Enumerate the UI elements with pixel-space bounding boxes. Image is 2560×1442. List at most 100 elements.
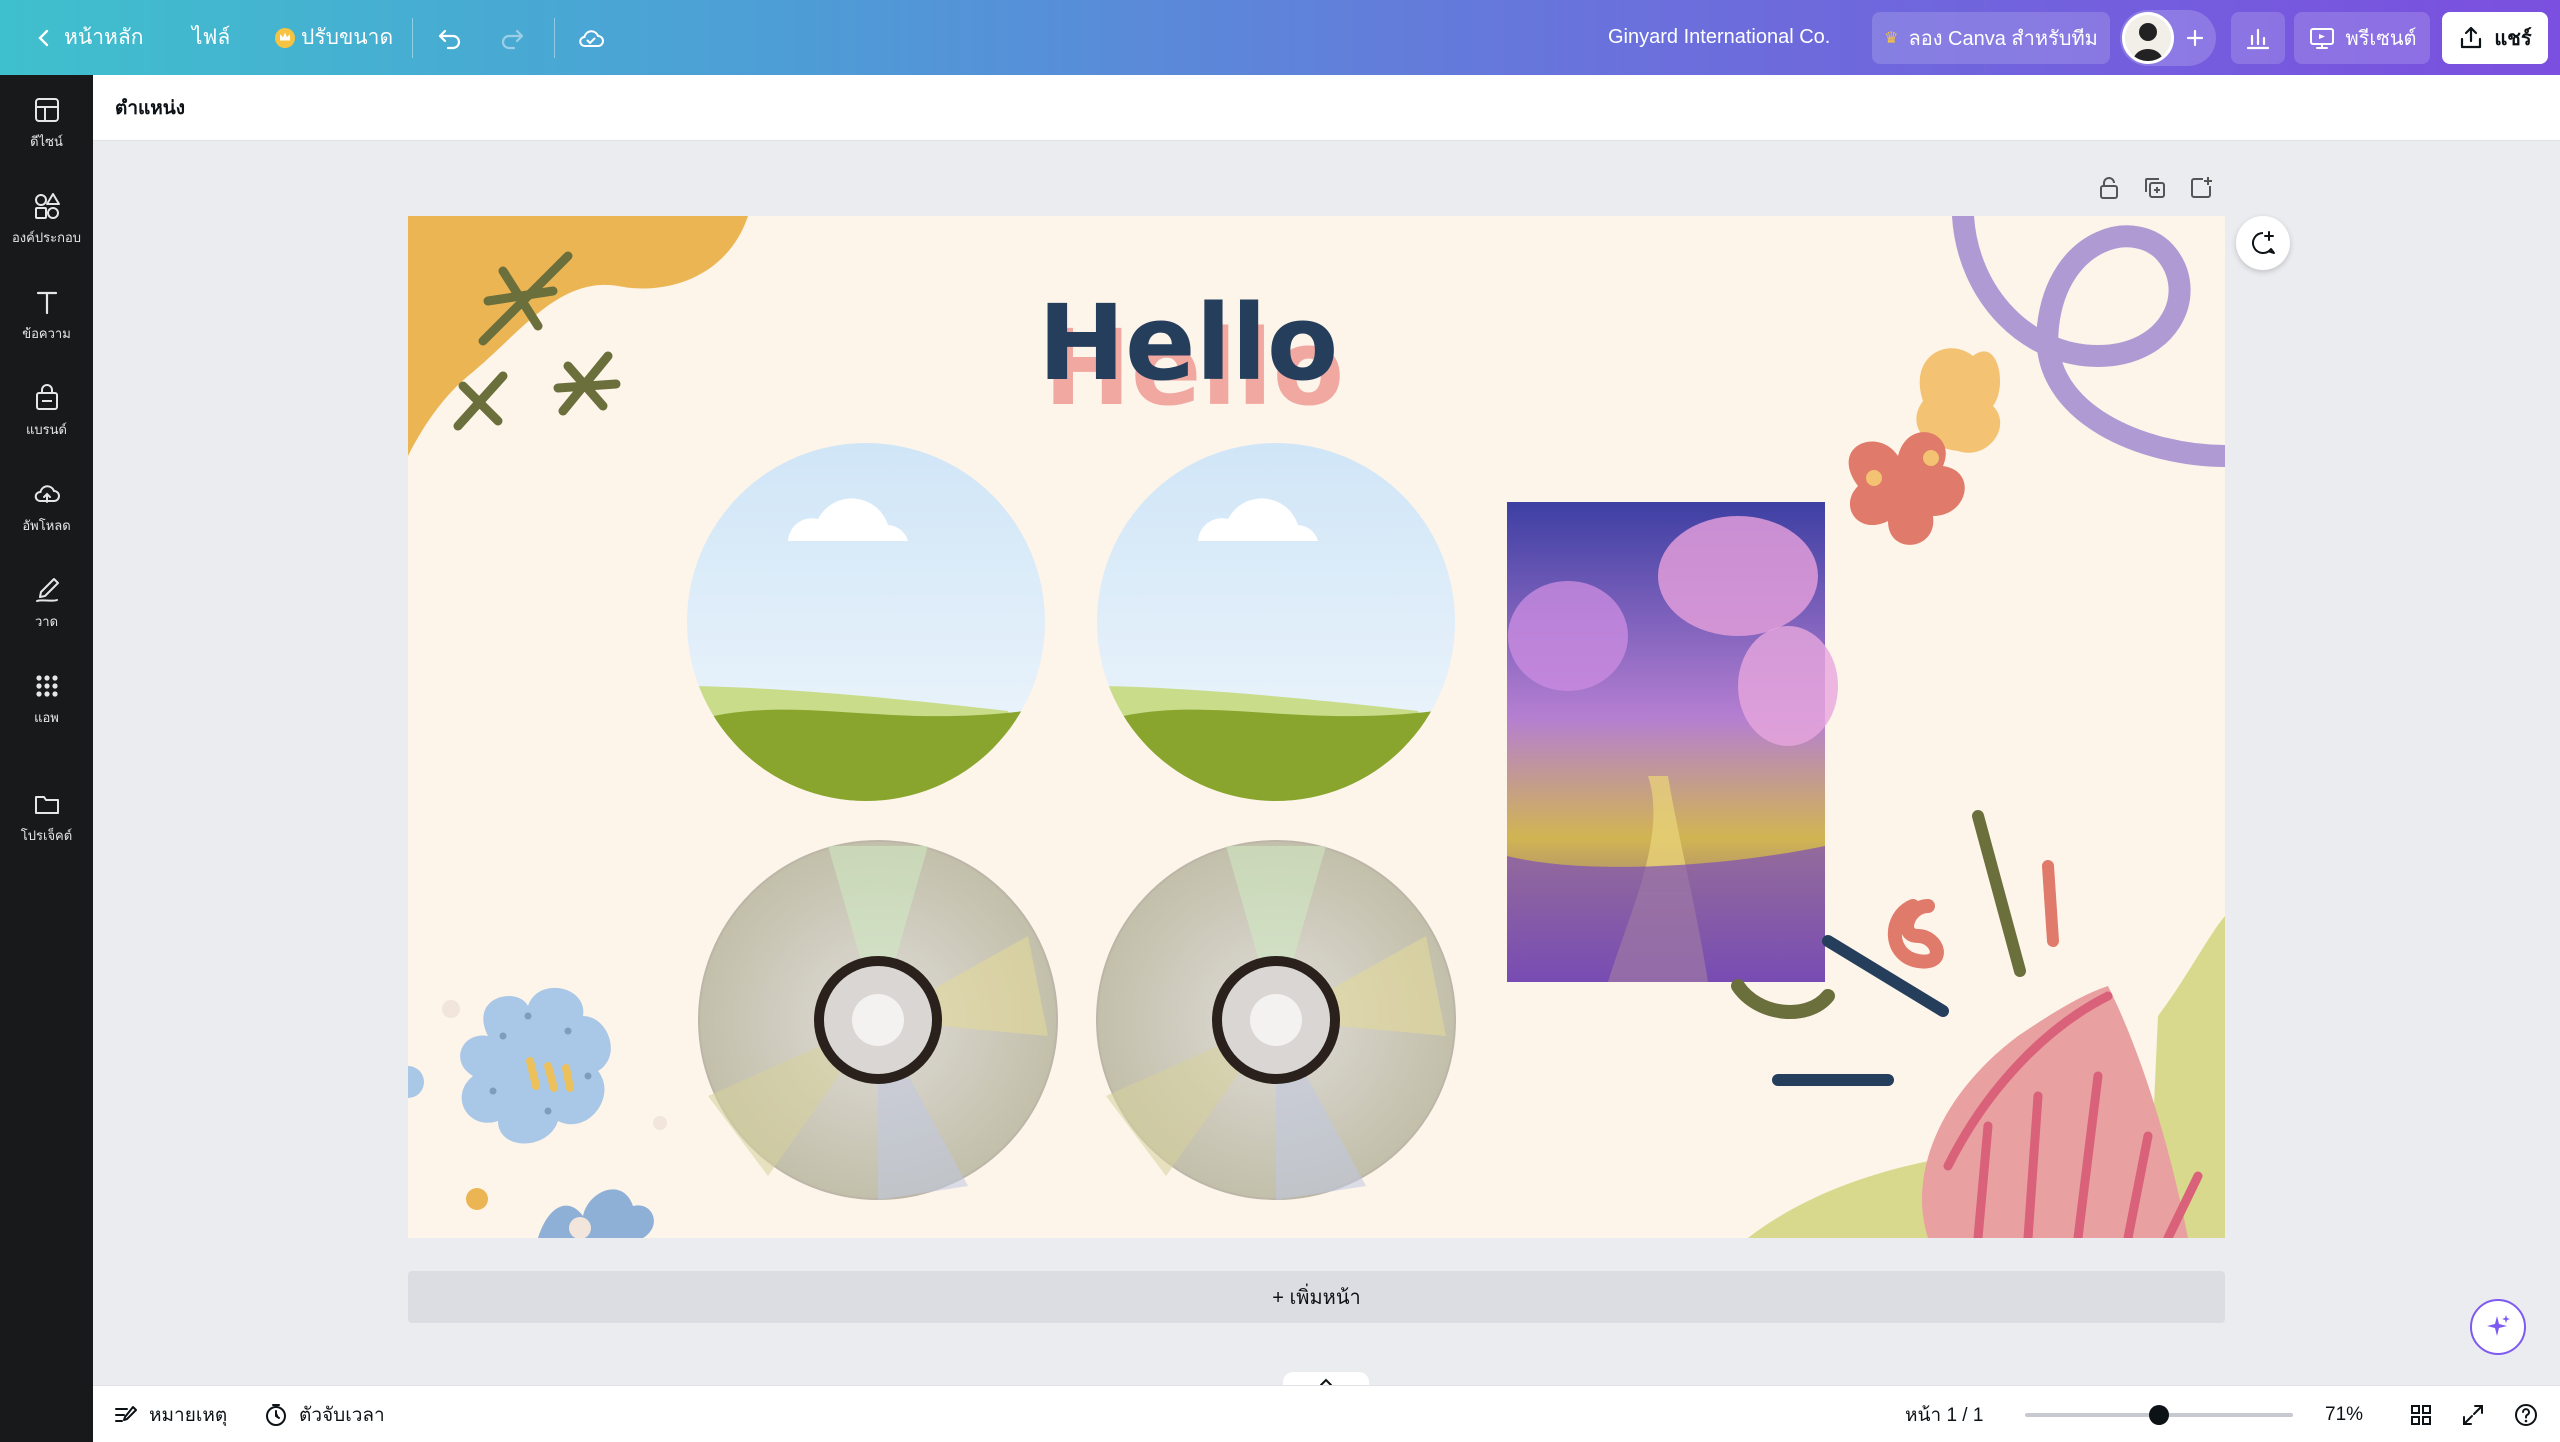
timer-label: ตัวจับเวลา: [299, 1404, 385, 1426]
file-menu-button[interactable]: ไฟล์: [192, 0, 230, 75]
beige-dot-shape: [653, 1116, 667, 1130]
navy-line-shape[interactable]: [1822, 935, 1949, 1017]
comment-add-icon: [2252, 231, 2275, 254]
sidebar-item-elements[interactable]: องค์ประกอบ: [0, 179, 93, 259]
left-sidebar: ดีไซน์ องค์ประกอบ ข้อความ แบรนด์ อัพโหลด…: [0, 75, 93, 1442]
apps-icon: [35, 674, 58, 697]
undo-button[interactable]: [436, 0, 464, 75]
beige-dot-shape: [442, 1000, 460, 1018]
olive-line-shape[interactable]: [1972, 810, 2026, 977]
notes-label: หมายเหตุ: [149, 1404, 228, 1426]
sidebar-item-brand[interactable]: แบรนด์: [0, 371, 93, 451]
design-canvas[interactable]: Hello Hello: [408, 216, 2225, 1238]
try-canva-teams-button[interactable]: ♛ ลอง Canva สำหรับทีม: [1872, 12, 2110, 64]
zoom-level[interactable]: 71%: [2325, 1386, 2363, 1442]
yellow-dot-shape[interactable]: [466, 1188, 488, 1210]
add-page-button[interactable]: + เพิ่มหน้า: [408, 1271, 2225, 1323]
page-tools: [2096, 175, 2214, 201]
add-comment-button[interactable]: [2236, 216, 2290, 270]
share-button[interactable]: แชร์: [2442, 12, 2548, 64]
olive-curl-shape[interactable]: [1731, 979, 1835, 1019]
context-toolbar: ตำแหน่ง: [93, 75, 2560, 141]
brand-icon: [35, 383, 58, 410]
red-squiggle-shape[interactable]: [1887, 899, 1944, 969]
pink-wing-shape[interactable]: [1922, 986, 2188, 1238]
file-label: ไฟล์: [192, 26, 231, 49]
help-icon: [2515, 1403, 2537, 1426]
fullscreen-icon: [2463, 1404, 2483, 1425]
notes-icon: [115, 1405, 137, 1422]
photo-frame-circle[interactable]: [1088, 436, 1468, 816]
design-icon: [34, 97, 59, 122]
home-button[interactable]: หน้าหลัก: [34, 0, 143, 75]
sidebar-item-label: ข้อความ: [22, 325, 71, 341]
sidebar-item-design[interactable]: ดีไซน์: [0, 83, 93, 163]
resize-button[interactable]: ปรับขนาด: [275, 0, 393, 75]
red-line-shape[interactable]: [2042, 860, 2059, 947]
fullscreen-button[interactable]: [2461, 1386, 2485, 1442]
try-canva-label: ลอง Canva สำหรับทีม: [1908, 28, 2098, 50]
cherry-blossom-forest-photo[interactable]: [1507, 502, 1838, 982]
save-status-button[interactable]: [576, 0, 606, 75]
blue-flower-blob-shape[interactable]: [460, 987, 611, 1144]
sidebar-item-label: โปรเจ็คต์: [20, 827, 73, 843]
sidebar-item-text[interactable]: ข้อความ: [0, 275, 93, 355]
upload-icon: [34, 484, 60, 503]
share-upload-icon: [2461, 26, 2482, 49]
team-name[interactable]: Ginyard International Co.: [1608, 0, 1830, 75]
hello-heading[interactable]: Hello: [1038, 286, 1338, 401]
duplicate-page-icon[interactable]: [2142, 175, 2168, 201]
present-label: พรีเซนต์: [2345, 28, 2417, 50]
magic-assistant-button[interactable]: [2470, 1299, 2526, 1355]
cd-disc-graphic[interactable]: [698, 840, 1058, 1200]
photo-frame-circle[interactable]: [678, 436, 1058, 816]
undo-icon: [438, 29, 461, 49]
crown-icon: ♛: [1884, 30, 1899, 47]
top-toolbar: หน้าหลัก ไฟล์ ปรับขนาด Ginyard Internati…: [0, 0, 2560, 75]
zoom-slider-track: [2025, 1404, 2293, 1425]
timer-icon: [266, 1403, 286, 1426]
avatar-group[interactable]: [2120, 10, 2216, 66]
insights-button[interactable]: [2231, 12, 2285, 64]
sidebar-item-upload[interactable]: อัพโหลด: [0, 467, 93, 547]
avatar[interactable]: [2122, 12, 2174, 64]
crown-icon: [275, 27, 295, 48]
sidebar-item-projects[interactable]: โปรเจ็คต์: [0, 777, 93, 857]
present-button[interactable]: พรีเซนต์: [2294, 12, 2430, 64]
help-button[interactable]: [2513, 1386, 2539, 1442]
bar-chart-icon: [2246, 28, 2270, 50]
home-label: หน้าหลัก: [64, 26, 144, 49]
plus-icon[interactable]: [2184, 27, 2206, 49]
avatar-image: [2125, 15, 2171, 61]
share-label: แชร์: [2494, 28, 2532, 50]
sidebar-item-label: วาด: [34, 613, 59, 629]
add-page-icon[interactable]: [2188, 175, 2214, 201]
zoom-slider-thumb[interactable]: [2149, 1404, 2169, 1425]
cloud-check-icon: [579, 29, 604, 47]
sidebar-item-draw[interactable]: วาด: [0, 563, 93, 643]
page-indicator[interactable]: หน้า 1 / 1: [1905, 1386, 1983, 1442]
purple-swirl-shape[interactable]: [1952, 216, 2225, 467]
sidebar-item-label: อัพโหลด: [22, 517, 71, 533]
sidebar-item-label: องค์ประกอบ: [12, 229, 81, 245]
elements-icon: [34, 192, 60, 219]
cd-disc-graphic[interactable]: [1096, 840, 1456, 1200]
chevron-left-icon: [38, 29, 49, 46]
redo-button[interactable]: [498, 0, 526, 75]
resize-label: ปรับขนาด: [301, 26, 394, 49]
sparkle-icon: [2487, 1315, 2510, 1336]
lock-icon[interactable]: [2096, 175, 2122, 201]
position-button[interactable]: ตำแหน่ง: [115, 93, 185, 123]
toolbar-divider: [554, 18, 555, 58]
sidebar-item-apps[interactable]: แอพ: [0, 659, 93, 739]
blue-dot-shape[interactable]: [408, 1066, 424, 1098]
blue-small-flower-shape[interactable]: [538, 1189, 654, 1238]
grid-view-button[interactable]: [2409, 1386, 2433, 1442]
draw-icon: [35, 577, 59, 602]
zoom-slider[interactable]: [2025, 1386, 2293, 1442]
toolbar-divider: [412, 18, 413, 58]
sidebar-item-label: แบรนด์: [26, 421, 67, 437]
projects-icon: [34, 795, 59, 814]
notes-button[interactable]: หมายเหตุ: [113, 1386, 227, 1442]
timer-button[interactable]: ตัวจับเวลา: [263, 1386, 385, 1442]
